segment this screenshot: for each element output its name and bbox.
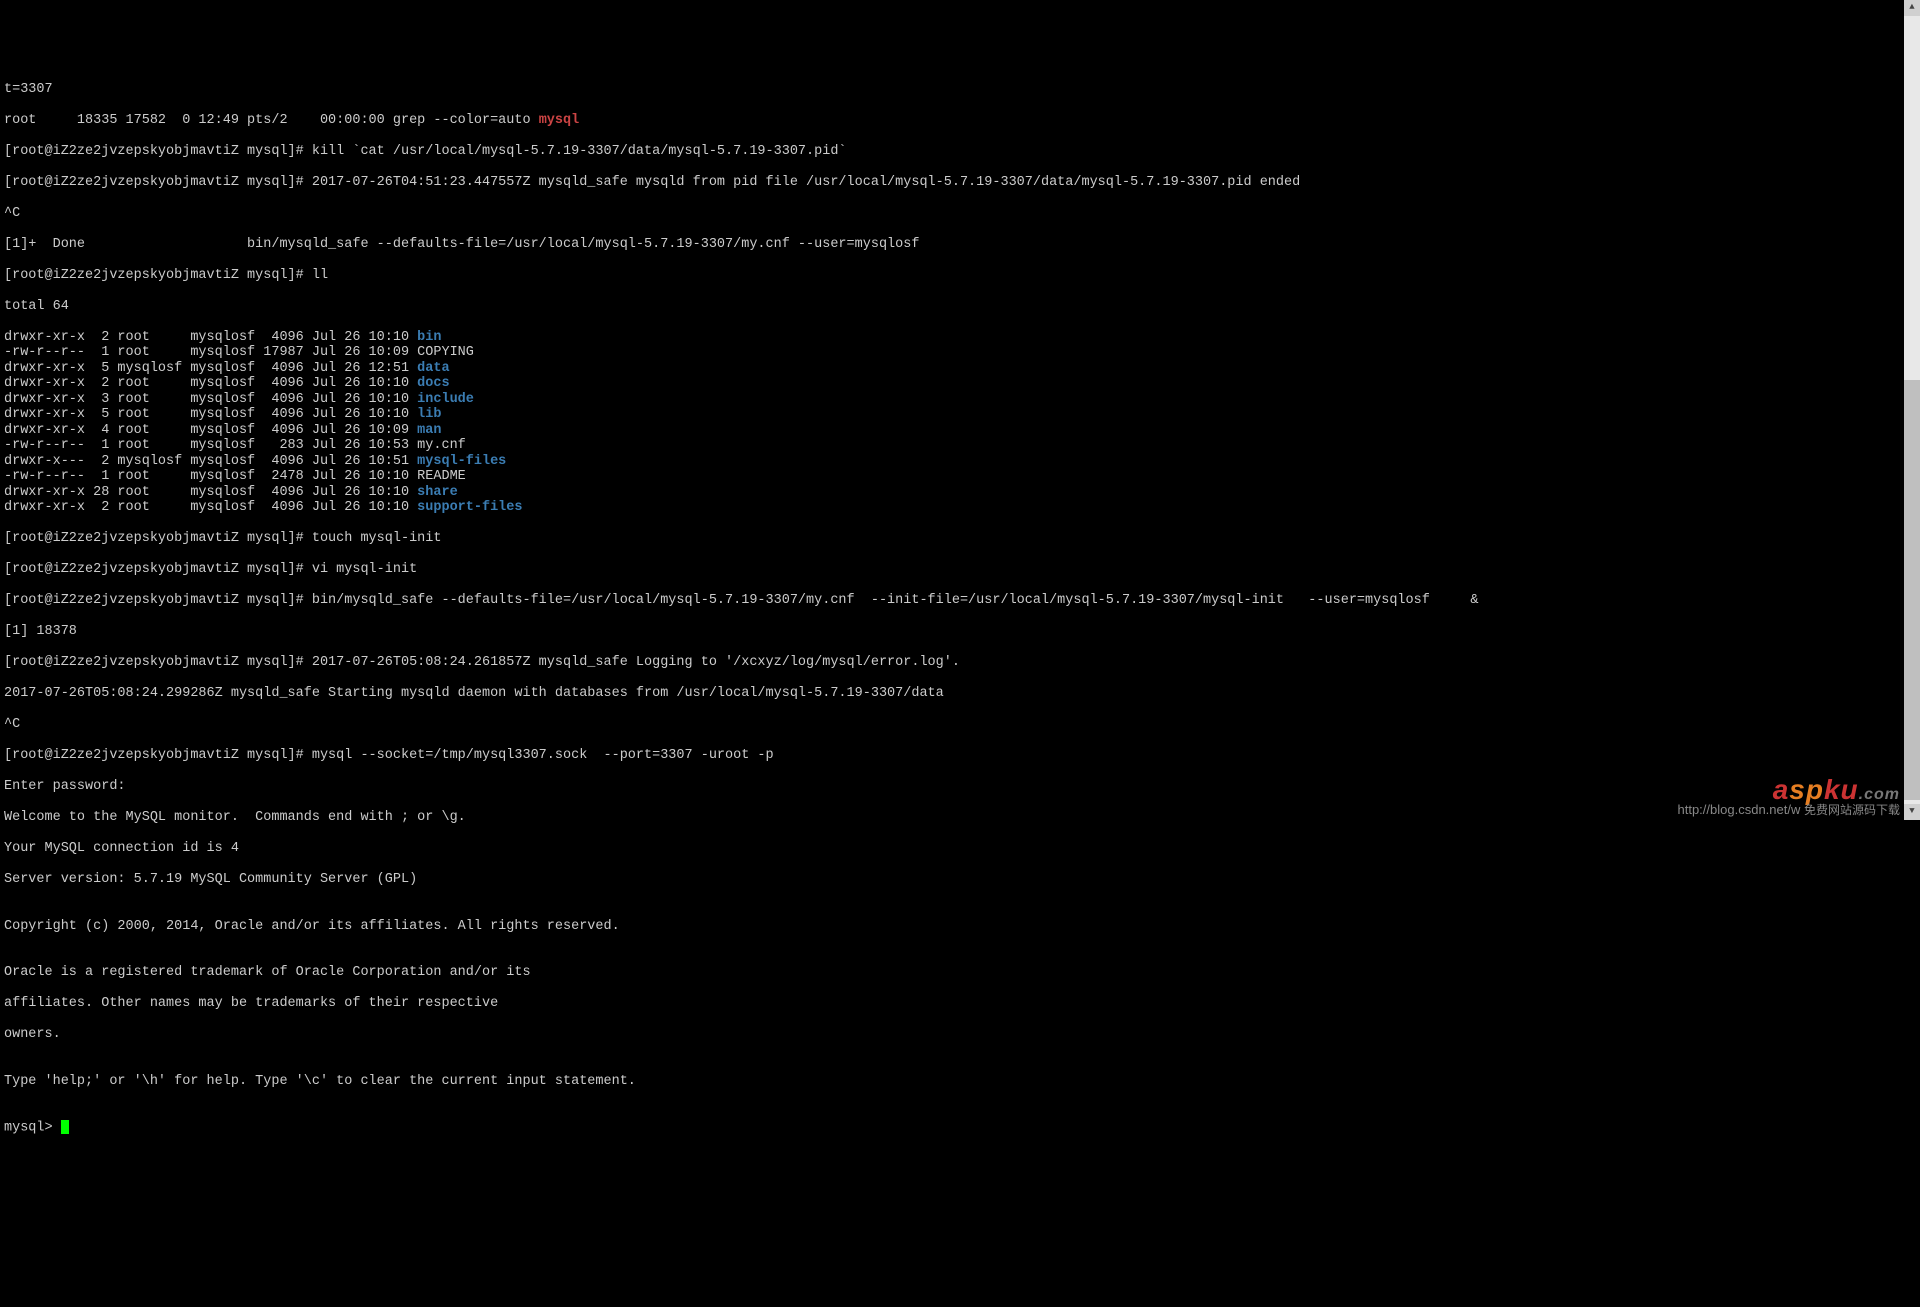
output-line: [root@iZ2ze2jvzepskyobjmavtiZ mysql]# 20… — [4, 655, 1916, 671]
directory-name: include — [417, 392, 474, 407]
vertical-scrollbar[interactable]: ▲ ▼ — [1904, 0, 1920, 820]
output-line: [root@iZ2ze2jvzepskyobjmavtiZ mysql]# to… — [4, 531, 1916, 547]
list-item: drwxr-xr-x 2 root mysqlosf 4096 Jul 26 1… — [4, 330, 1916, 346]
watermark-text: http://blog.csdn.net/w 免费网站源码下载 — [1670, 786, 1900, 818]
scroll-up-button[interactable]: ▲ — [1904, 0, 1920, 16]
output-line: [root@iZ2ze2jvzepskyobjmavtiZ mysql]# my… — [4, 748, 1916, 764]
output-line: root 18335 17582 0 12:49 pts/2 00:00:00 … — [4, 113, 1916, 129]
directory-name: data — [417, 361, 449, 376]
output-line: [root@iZ2ze2jvzepskyobjmavtiZ mysql]# vi… — [4, 562, 1916, 578]
output-line: [root@iZ2ze2jvzepskyobjmavtiZ mysql]# 20… — [4, 175, 1916, 191]
output-line: ^C — [4, 717, 1916, 733]
directory-name: man — [417, 423, 441, 438]
directory-name: bin — [417, 330, 441, 345]
output-line: [root@iZ2ze2jvzepskyobjmavtiZ mysql]# bi… — [4, 593, 1916, 609]
list-item: drwxr-xr-x 5 mysqlosf mysqlosf 4096 Jul … — [4, 361, 1916, 377]
output-line: t=3307 — [4, 82, 1916, 98]
mysql-prompt[interactable]: mysql> — [4, 1120, 1916, 1136]
list-item: -rw-r--r-- 1 root mysqlosf 283 Jul 26 10… — [4, 438, 1916, 454]
output-line: affiliates. Other names may be trademark… — [4, 996, 1916, 1012]
output-line: Copyright (c) 2000, 2014, Oracle and/or … — [4, 919, 1916, 935]
output-line: [root@iZ2ze2jvzepskyobjmavtiZ mysql]# ll — [4, 268, 1916, 284]
directory-name: support-files — [417, 500, 522, 515]
list-item: drwxr-xr-x 28 root mysqlosf 4096 Jul 26 … — [4, 485, 1916, 501]
output-line: Your MySQL connection id is 4 — [4, 841, 1916, 857]
directory-name: docs — [417, 376, 449, 391]
output-line: total 64 — [4, 299, 1916, 315]
output-line: [root@iZ2ze2jvzepskyobjmavtiZ mysql]# ki… — [4, 144, 1916, 160]
output-line: Enter password: — [4, 779, 1916, 795]
output-line: [1] 18378 — [4, 624, 1916, 640]
output-line: Oracle is a registered trademark of Orac… — [4, 965, 1916, 981]
terminal-output[interactable]: t=3307 root 18335 17582 0 12:49 pts/2 00… — [4, 66, 1916, 1152]
output-line: Server version: 5.7.19 MySQL Community S… — [4, 872, 1916, 888]
list-item: drwxr-xr-x 4 root mysqlosf 4096 Jul 26 1… — [4, 423, 1916, 439]
list-item: drwxr-xr-x 2 root mysqlosf 4096 Jul 26 1… — [4, 376, 1916, 392]
output-line: Welcome to the MySQL monitor. Commands e… — [4, 810, 1916, 826]
output-line: [1]+ Done bin/mysqld_safe --defaults-fil… — [4, 237, 1916, 253]
list-item: drwxr-xr-x 3 root mysqlosf 4096 Jul 26 1… — [4, 392, 1916, 408]
directory-name: lib — [417, 407, 441, 422]
grep-match: mysql — [539, 113, 580, 128]
directory-name: mysql-files — [417, 454, 506, 469]
list-item: drwxr-xr-x 5 root mysqlosf 4096 Jul 26 1… — [4, 407, 1916, 423]
cursor-icon — [61, 1120, 69, 1134]
list-item: -rw-r--r-- 1 root mysqlosf 2478 Jul 26 1… — [4, 469, 1916, 485]
scroll-thumb[interactable] — [1904, 380, 1920, 800]
list-item: drwxr-x--- 2 mysqlosf mysqlosf 4096 Jul … — [4, 454, 1916, 470]
output-line: owners. — [4, 1027, 1916, 1043]
list-item: drwxr-xr-x 2 root mysqlosf 4096 Jul 26 1… — [4, 500, 1916, 516]
output-line: Type 'help;' or '\h' for help. Type '\c'… — [4, 1074, 1916, 1090]
file-listing: drwxr-xr-x 2 root mysqlosf 4096 Jul 26 1… — [4, 330, 1916, 516]
directory-name: share — [417, 485, 458, 500]
output-line: 2017-07-26T05:08:24.299286Z mysqld_safe … — [4, 686, 1916, 702]
list-item: -rw-r--r-- 1 root mysqlosf 17987 Jul 26 … — [4, 345, 1916, 361]
output-line: ^C — [4, 206, 1916, 222]
scroll-down-button[interactable]: ▼ — [1904, 804, 1920, 820]
